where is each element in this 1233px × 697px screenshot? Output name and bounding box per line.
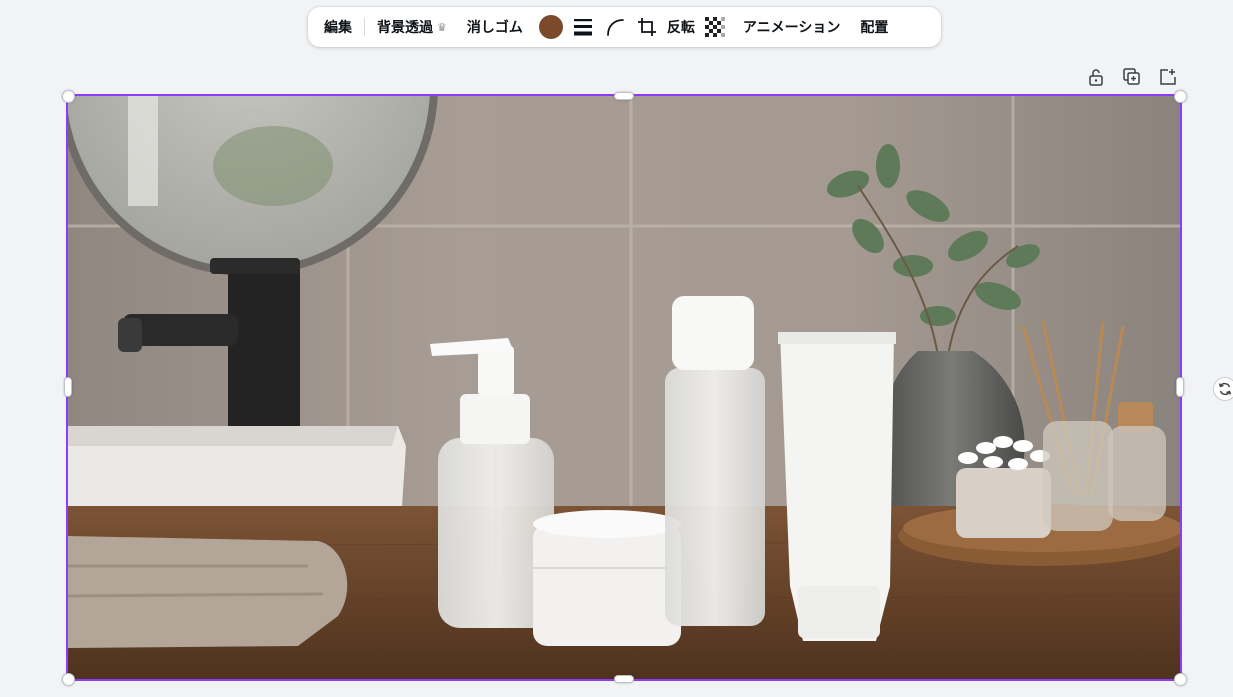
corner-rounding-icon[interactable] (599, 11, 631, 43)
color-swatch-button[interactable] (535, 11, 567, 43)
crown-icon: ♛ (437, 20, 447, 34)
image-toolbar: 編集 背景透過 ♛ 消しゴム 反転 アニメーション 配置 (308, 7, 941, 47)
toolbar-divider (364, 18, 365, 36)
resize-handle-bottom-left[interactable] (62, 673, 75, 686)
eraser-button[interactable]: 消しゴム (463, 11, 527, 43)
resize-handle-bottom[interactable] (614, 675, 634, 683)
transparency-icon[interactable] (699, 11, 731, 43)
duplicate-icon[interactable] (1120, 66, 1144, 88)
resize-handle-top[interactable] (614, 92, 634, 100)
selected-image[interactable] (66, 94, 1182, 681)
resize-handle-left[interactable] (64, 377, 72, 397)
background-remover-button[interactable]: 背景透過 ♛ (373, 11, 451, 43)
color-swatch (538, 15, 563, 39)
flip-button[interactable]: 反転 (663, 11, 699, 43)
position-button[interactable]: 配置 (856, 11, 892, 43)
lock-icon[interactable] (1084, 66, 1108, 88)
resize-handle-top-left[interactable] (62, 90, 75, 103)
crop-icon[interactable] (631, 11, 663, 43)
edit-button[interactable]: 編集 (320, 11, 356, 43)
add-page-icon[interactable] (1156, 66, 1180, 88)
element-actions (1084, 66, 1180, 88)
animation-button[interactable]: アニメーション (739, 11, 844, 43)
bathroom-product-photo (68, 96, 1180, 679)
resize-handle-bottom-right[interactable] (1174, 673, 1187, 686)
resize-handle-top-right[interactable] (1174, 90, 1187, 103)
rotate-icon[interactable] (1213, 377, 1233, 401)
border-style-icon[interactable] (567, 11, 599, 43)
resize-handle-right[interactable] (1176, 377, 1184, 397)
